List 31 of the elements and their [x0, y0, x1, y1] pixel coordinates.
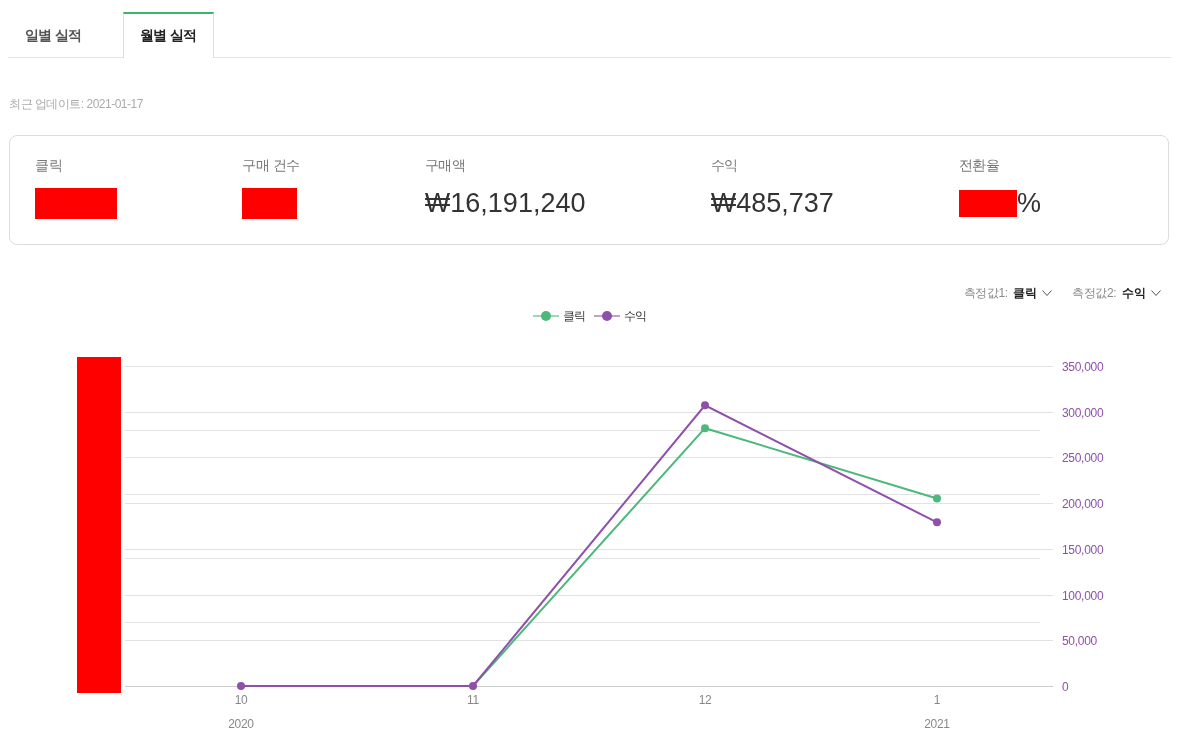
axis-label: 0: [1062, 679, 1069, 694]
tab[interactable]: 일별 실적: [8, 12, 99, 58]
year-label: 2020: [228, 717, 254, 731]
metric-label: 수익: [710, 156, 738, 175]
chevron-down-icon: [1042, 290, 1053, 296]
axis-label: 50,000: [1062, 633, 1097, 648]
axis-label: 200,000: [1062, 496, 1104, 511]
chevron-down-icon: [1151, 290, 1161, 296]
axis-label: 1: [933, 693, 941, 707]
metric-label: 구매 건수: [242, 156, 300, 175]
axis-label: 12: [698, 693, 712, 707]
metric-value: ₩16,191,240: [424, 187, 586, 220]
measure-dropdown[interactable]: 측정값1: 클릭: [963, 284, 1053, 302]
axis-label: 300,000: [1062, 405, 1104, 420]
axis-label: 350,000: [1062, 359, 1104, 374]
metric-label: 클릭: [35, 156, 62, 175]
axis-label: 250,000: [1062, 450, 1104, 465]
metric-label: 구매액: [424, 156, 466, 175]
axis-label: 100,000: [1062, 588, 1104, 603]
legend-label: 클릭: [562, 307, 586, 325]
year-label: 2021: [924, 717, 950, 731]
axis-label: 150,000: [1062, 542, 1104, 557]
last-updated-text: 최근 업데이트: 2021-01-17: [8, 97, 143, 111]
axis-label: 11: [467, 693, 479, 707]
axis-label: 10: [234, 693, 248, 707]
metric-label: 전환율: [959, 156, 1000, 175]
metric-unit: %: [1017, 187, 1041, 220]
legend-label: 수익: [623, 307, 647, 325]
metric-value: ₩485,737: [710, 187, 834, 220]
tab[interactable]: 월별 실적: [122, 12, 214, 58]
measure-dropdown[interactable]: 측정값2: 수익: [1072, 284, 1161, 302]
